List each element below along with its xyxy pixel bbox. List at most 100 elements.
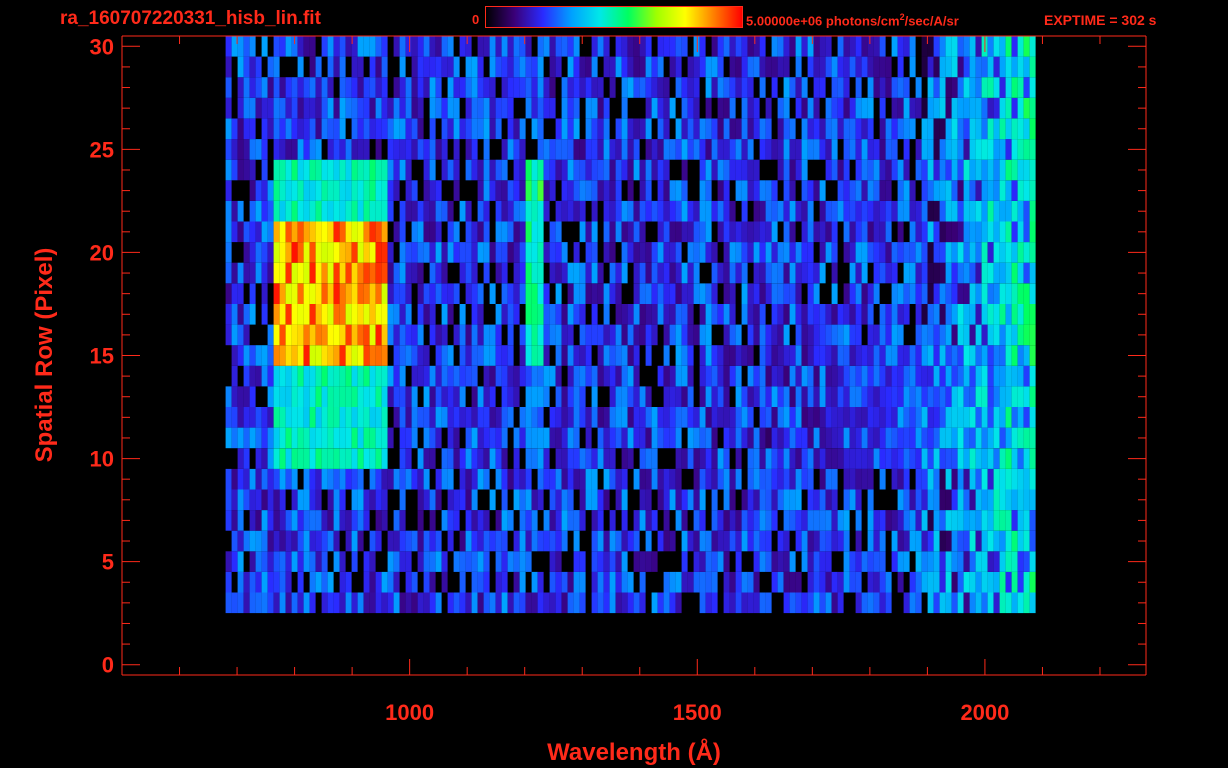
heatmap-cell <box>759 36 766 57</box>
heatmap-cell <box>981 345 988 366</box>
heatmap-cell <box>489 448 496 469</box>
heatmap-cell <box>315 77 322 98</box>
heatmap-cell <box>639 592 646 614</box>
heatmap-cell <box>783 530 790 552</box>
heatmap-cell <box>921 386 928 407</box>
heatmap-cell <box>945 345 952 366</box>
heatmap-cell <box>303 200 310 222</box>
heatmap-cell <box>699 56 706 78</box>
heatmap-cell <box>465 551 472 572</box>
heatmap-cell <box>417 77 424 98</box>
heatmap-cell <box>249 427 256 449</box>
heatmap-cell <box>447 530 454 552</box>
heatmap-cell <box>891 448 898 469</box>
heatmap-cell <box>627 365 634 387</box>
heatmap-cell <box>909 242 916 263</box>
heatmap-cell <box>1023 262 1030 284</box>
heatmap-cell <box>831 200 838 222</box>
heatmap-cell <box>297 262 304 284</box>
heatmap-cell <box>471 448 478 469</box>
heatmap-cell <box>741 221 748 243</box>
x-tick-label: 1500 <box>673 700 722 725</box>
heatmap-cell <box>687 530 694 552</box>
heatmap-cell <box>453 56 460 78</box>
heatmap-cell <box>339 448 346 469</box>
heatmap-cell <box>849 489 856 511</box>
heatmap-cell <box>441 283 448 304</box>
heatmap-cell <box>957 530 964 552</box>
heatmap-cell <box>231 592 238 614</box>
heatmap-cell <box>225 407 232 428</box>
heatmap-cell <box>861 407 868 428</box>
heatmap-cell <box>951 200 958 222</box>
heatmap-cell <box>999 221 1006 243</box>
heatmap-cell <box>405 304 412 325</box>
heatmap-cell <box>753 97 760 119</box>
heatmap-cell <box>915 571 922 593</box>
heatmap-cell <box>951 551 958 572</box>
heatmap-cell <box>597 571 604 593</box>
heatmap-cell <box>705 448 712 469</box>
heatmap-cell <box>711 551 718 572</box>
heatmap-cell <box>855 386 862 407</box>
heatmap-cell <box>537 365 544 387</box>
heatmap-cell <box>645 159 652 181</box>
heatmap-cell <box>771 386 778 407</box>
heatmap-cell <box>249 551 256 572</box>
heatmap-cell <box>1017 468 1024 490</box>
heatmap-cell <box>555 407 562 428</box>
heatmap-cell <box>909 592 916 614</box>
heatmap-cell <box>321 221 328 243</box>
heatmap-cell <box>471 242 478 263</box>
heatmap-cell <box>699 365 706 387</box>
heatmap-cell <box>423 283 430 304</box>
heatmap-cell <box>309 407 316 428</box>
heatmap-cell <box>369 262 376 284</box>
heatmap-cell <box>897 221 904 243</box>
heatmap-cell <box>1017 571 1024 593</box>
heatmap-cell <box>963 571 970 593</box>
heatmap-cell <box>783 242 790 263</box>
heatmap-cell <box>555 592 562 614</box>
heatmap-cell <box>567 571 574 593</box>
heatmap-cell <box>759 262 766 284</box>
heatmap-cell <box>897 365 904 387</box>
heatmap-cell <box>303 324 310 346</box>
heatmap-cell <box>345 159 352 181</box>
heatmap-cell <box>531 530 538 552</box>
heatmap-cell <box>987 571 994 593</box>
heatmap-cell <box>567 407 574 428</box>
heatmap-cell <box>693 407 700 428</box>
heatmap-cell <box>909 118 916 140</box>
heatmap-cell <box>435 221 442 243</box>
heatmap-cell <box>435 407 442 428</box>
heatmap-cell <box>381 365 388 387</box>
heatmap-cell <box>351 200 358 222</box>
heatmap-cell <box>261 365 268 387</box>
heatmap-cell <box>369 242 376 263</box>
heatmap-cell <box>315 97 322 119</box>
heatmap-cell <box>429 97 436 119</box>
heatmap-cell <box>603 345 610 366</box>
heatmap-cell <box>711 345 718 366</box>
heatmap-cell <box>999 36 1006 57</box>
heatmap-cell <box>1017 77 1024 98</box>
heatmap-cell <box>759 283 766 304</box>
heatmap-cell <box>525 530 532 552</box>
heatmap-cell <box>555 304 562 325</box>
heatmap-cell <box>369 159 376 181</box>
heatmap-cell <box>621 77 628 98</box>
heatmap-cell <box>255 365 262 387</box>
heatmap-cell <box>339 468 346 490</box>
heatmap-cell <box>933 77 940 98</box>
heatmap-cell <box>579 345 586 366</box>
heatmap-cell <box>357 530 364 552</box>
heatmap-cell <box>597 180 604 201</box>
heatmap-cell <box>381 345 388 366</box>
heatmap-cell <box>753 468 760 490</box>
heatmap-cell <box>285 530 292 552</box>
heatmap-cell <box>459 77 466 98</box>
heatmap-cell <box>351 304 358 325</box>
heatmap-cell <box>1017 448 1024 469</box>
heatmap-cell <box>639 386 646 407</box>
